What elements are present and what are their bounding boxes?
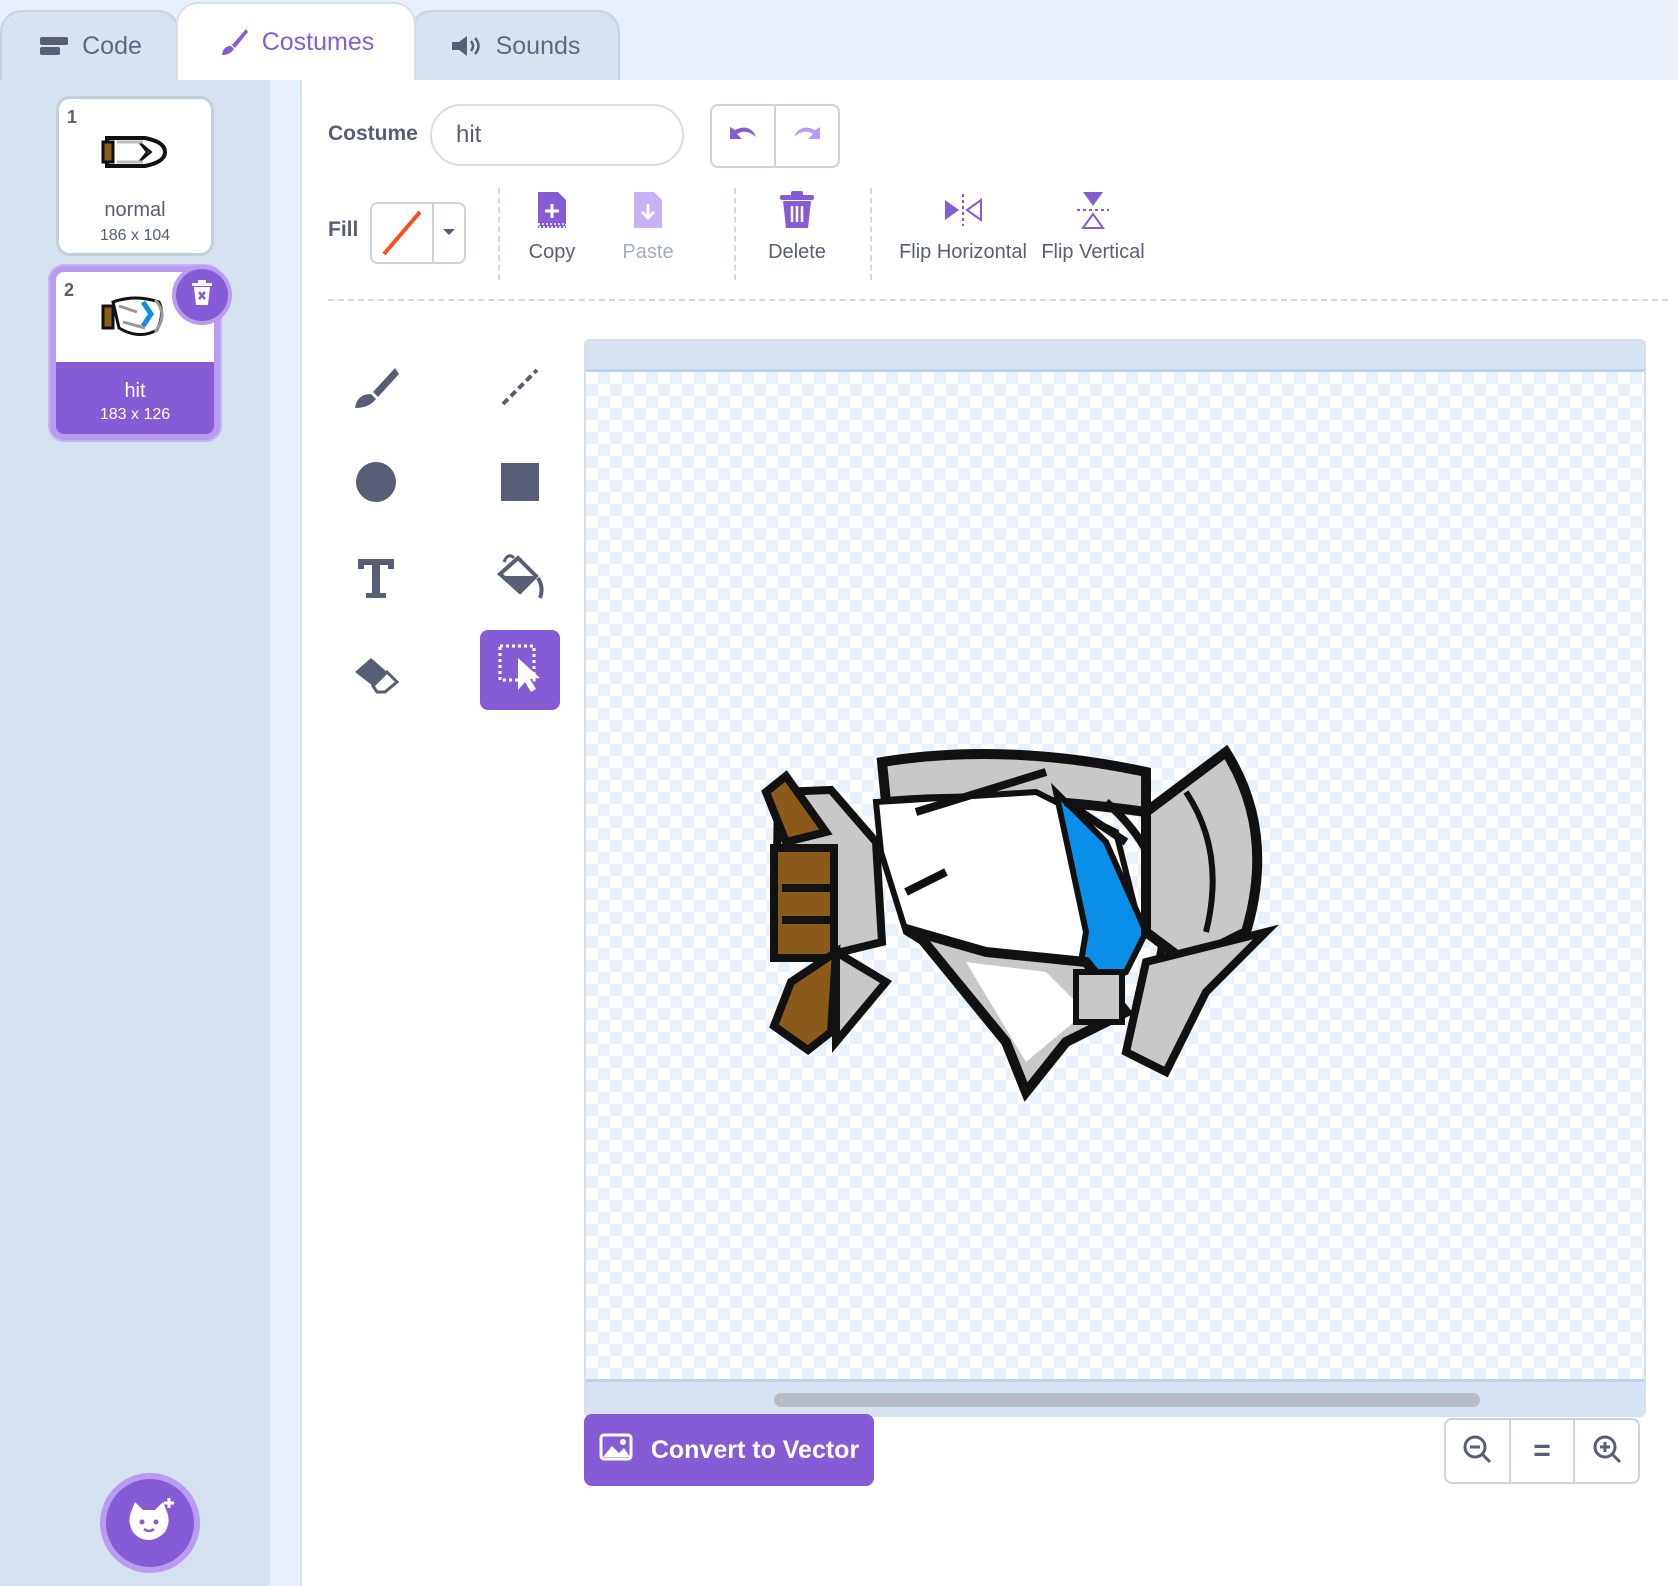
costume-preview-image: [59, 117, 211, 187]
select-tool-button[interactable]: [480, 630, 560, 710]
toolbar-divider: [870, 188, 872, 280]
zoom-in-icon: [1592, 1434, 1622, 1469]
delete-costume-button[interactable]: [172, 265, 232, 325]
copy-label: Copy: [528, 241, 576, 263]
undo-redo-group: [710, 104, 840, 168]
canvas-top-bar: [586, 341, 1644, 372]
paintbrush-icon: [218, 27, 250, 57]
line-icon: [497, 364, 543, 415]
tab-code[interactable]: Code: [0, 10, 180, 80]
tab-code-label: Code: [82, 31, 142, 60]
flip-vertical-label: Flip Vertical: [1041, 241, 1145, 263]
zoom-out-button[interactable]: [1446, 1420, 1509, 1482]
text-tool-button[interactable]: [336, 540, 416, 620]
paste-icon: [630, 190, 666, 235]
caret-down-icon: [442, 224, 456, 242]
delete-label: Delete: [768, 241, 826, 263]
fill-label: Fill: [328, 218, 359, 241]
horizontal-scrollbar[interactable]: [774, 1393, 1480, 1407]
canvas-drawing-area[interactable]: [586, 372, 1644, 1384]
flip-vertical-icon: [1073, 190, 1113, 235]
fill-tool-button[interactable]: [480, 540, 560, 620]
eraser-tool-button[interactable]: [336, 636, 416, 716]
zoom-in-button[interactable]: [1573, 1420, 1638, 1482]
toolbar-divider: [498, 188, 500, 280]
paint-canvas[interactable]: [584, 339, 1646, 1417]
fill-color-picker[interactable]: [370, 202, 466, 264]
delete-button[interactable]: Delete: [750, 190, 844, 264]
paint-bucket-icon: [494, 553, 546, 607]
brush-icon: [351, 364, 401, 415]
editor-tab-bar: Code Sounds Costumes: [0, 0, 1678, 80]
convert-to-vector-button[interactable]: Convert to Vector: [584, 1414, 874, 1486]
tab-costumes[interactable]: Costumes: [176, 2, 416, 80]
tab-costumes-label: Costumes: [261, 27, 375, 56]
zoom-reset-label: =: [1533, 1434, 1551, 1467]
tab-sounds-label: Sounds: [495, 31, 581, 60]
costume-list: 1 normal 186 x 104 2 hit 183 x 126: [0, 80, 270, 1586]
paint-editor: Costume Fill Copy: [300, 80, 1678, 1586]
cat-plus-icon: [125, 1497, 175, 1549]
fill-dropdown-caret[interactable]: [432, 204, 464, 262]
undo-icon: [726, 123, 760, 150]
copy-icon: [534, 190, 570, 235]
trash-icon: [778, 190, 816, 235]
zoom-reset-button[interactable]: =: [1508, 1420, 1574, 1482]
line-tool-button[interactable]: [480, 349, 560, 429]
costume-size: 186 x 104: [99, 227, 171, 244]
zoom-controls: =: [1444, 1418, 1640, 1484]
canvas-bottom-bar: [586, 1379, 1644, 1415]
speaker-icon: [450, 34, 484, 58]
select-cursor-icon: [496, 642, 544, 699]
flip-horizontal-button[interactable]: Flip Horizontal: [898, 190, 1028, 264]
toolbar-bottom-divider: [328, 299, 1668, 301]
redo-button[interactable]: [774, 106, 838, 166]
image-icon: [599, 1433, 633, 1468]
tab-sounds[interactable]: Sounds: [410, 10, 620, 80]
costume-size: 183 x 126: [99, 406, 171, 423]
costume-number: 2: [64, 280, 75, 300]
convert-to-vector-label: Convert to Vector: [650, 1435, 860, 1464]
fill-color-swatch[interactable]: [372, 204, 432, 262]
code-blocks-icon: [38, 35, 70, 57]
undo-button[interactable]: [712, 106, 774, 166]
flip-horizontal-label: Flip Horizontal: [899, 241, 1027, 263]
circle-icon: [354, 460, 398, 509]
toolbar-divider: [734, 188, 736, 280]
costume-name-label: Costume: [328, 122, 418, 145]
costume-name: hit: [124, 380, 146, 402]
costume-thumbnail-normal[interactable]: 1 normal 186 x 104: [56, 96, 214, 256]
costume-name: normal: [104, 199, 166, 221]
no-fill-slash-icon: [382, 210, 422, 256]
zoom-out-icon: [1462, 1434, 1492, 1469]
copy-button[interactable]: Copy: [510, 190, 594, 264]
paste-button[interactable]: Paste: [606, 190, 690, 264]
redo-icon: [790, 123, 824, 150]
costume-name-input[interactable]: [430, 104, 684, 166]
circle-tool-button[interactable]: [336, 444, 416, 524]
eraser-icon: [351, 654, 401, 699]
paste-label: Paste: [622, 241, 674, 263]
flip-vertical-button[interactable]: Flip Vertical: [1038, 190, 1148, 264]
costume-bitmap: [761, 744, 1280, 1102]
text-icon: [355, 556, 397, 605]
rectangle-tool-button[interactable]: [480, 444, 560, 524]
choose-costume-button[interactable]: [100, 1473, 200, 1573]
brush-tool-button[interactable]: [336, 349, 416, 429]
rectangle-icon: [499, 461, 541, 508]
flip-horizontal-icon: [943, 190, 983, 235]
trash-icon: [189, 279, 215, 312]
